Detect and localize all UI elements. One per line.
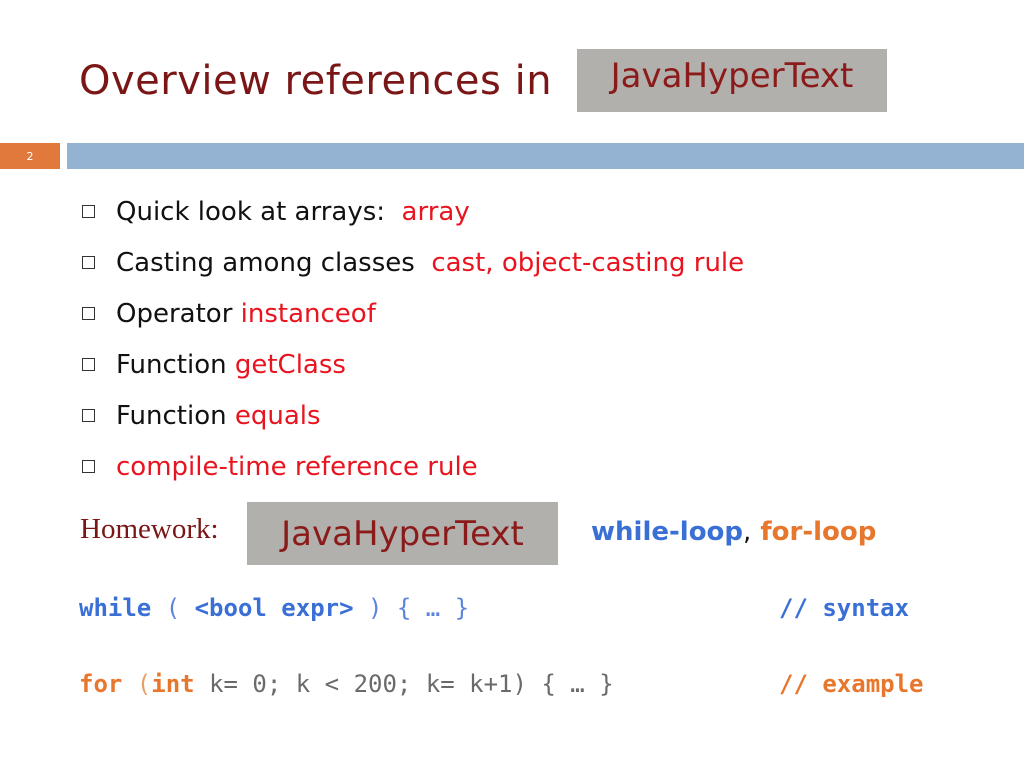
bullet-text: Function xyxy=(116,400,227,431)
bullet-text: Casting among classes xyxy=(116,247,415,278)
bullet-square-icon xyxy=(82,358,95,371)
example-comment: // example xyxy=(779,670,924,698)
bullet-square-icon xyxy=(82,205,95,218)
javahypertext-homework-link[interactable]: JavaHyperText xyxy=(247,502,558,565)
list-item: compile-time reference rule xyxy=(82,441,744,492)
list-item: Casting among classes cast, object-casti… xyxy=(82,237,744,288)
list-item: Operator instanceof xyxy=(82,288,744,339)
bullet-text: Operator xyxy=(116,298,233,329)
for-loop-link[interactable]: for-loop xyxy=(760,517,876,547)
code-punct: ( xyxy=(151,594,195,622)
compile-time-rule-link[interactable]: compile-time reference rule xyxy=(116,452,478,482)
syntax-comment: // syntax xyxy=(779,594,910,622)
bullet-square-icon xyxy=(82,460,95,473)
homework-links: while-loop, for-loop xyxy=(591,517,876,547)
javahypertext-title-link[interactable]: JavaHyperText xyxy=(577,49,887,112)
link-separator: , xyxy=(743,517,752,547)
instanceof-link[interactable]: instanceof xyxy=(241,299,376,329)
while-loop-link[interactable]: while-loop xyxy=(591,517,743,547)
equals-link[interactable]: equals xyxy=(235,401,321,431)
while-syntax-line: while ( <bool expr> ) { … } xyxy=(79,594,469,622)
list-item: Function getClass xyxy=(82,339,744,390)
list-item: Function equals xyxy=(82,390,744,441)
for-keyword: for xyxy=(79,670,123,698)
for-example-line: for (int k= 0; k < 200; k= k+1) { … } xyxy=(79,670,614,698)
code-punct: ( xyxy=(122,670,152,698)
slide-number: 2 xyxy=(0,143,60,169)
slide-title: Overview references in xyxy=(79,58,553,104)
bullet-square-icon xyxy=(82,307,95,320)
bullet-square-icon xyxy=(82,256,95,269)
header-divider-bar xyxy=(67,143,1024,169)
int-keyword: int xyxy=(151,670,195,698)
casting-link[interactable]: cast, object-casting rule xyxy=(431,248,744,278)
code-punct: ) { … } xyxy=(353,594,470,622)
topic-list: Quick look at arrays: array Casting amon… xyxy=(82,186,744,492)
list-item: Quick look at arrays: array xyxy=(82,186,744,237)
bullet-text: Function xyxy=(116,349,227,380)
while-keyword: while xyxy=(79,594,152,622)
homework-label: Homework: xyxy=(80,513,219,545)
getclass-link[interactable]: getClass xyxy=(235,350,346,380)
bool-expr: <bool expr> xyxy=(194,594,354,622)
array-link[interactable]: array xyxy=(402,197,470,227)
bullet-text: Quick look at arrays: xyxy=(116,196,386,227)
for-body: k= 0; k < 200; k= k+1) { … } xyxy=(194,670,614,698)
bullet-square-icon xyxy=(82,409,95,422)
